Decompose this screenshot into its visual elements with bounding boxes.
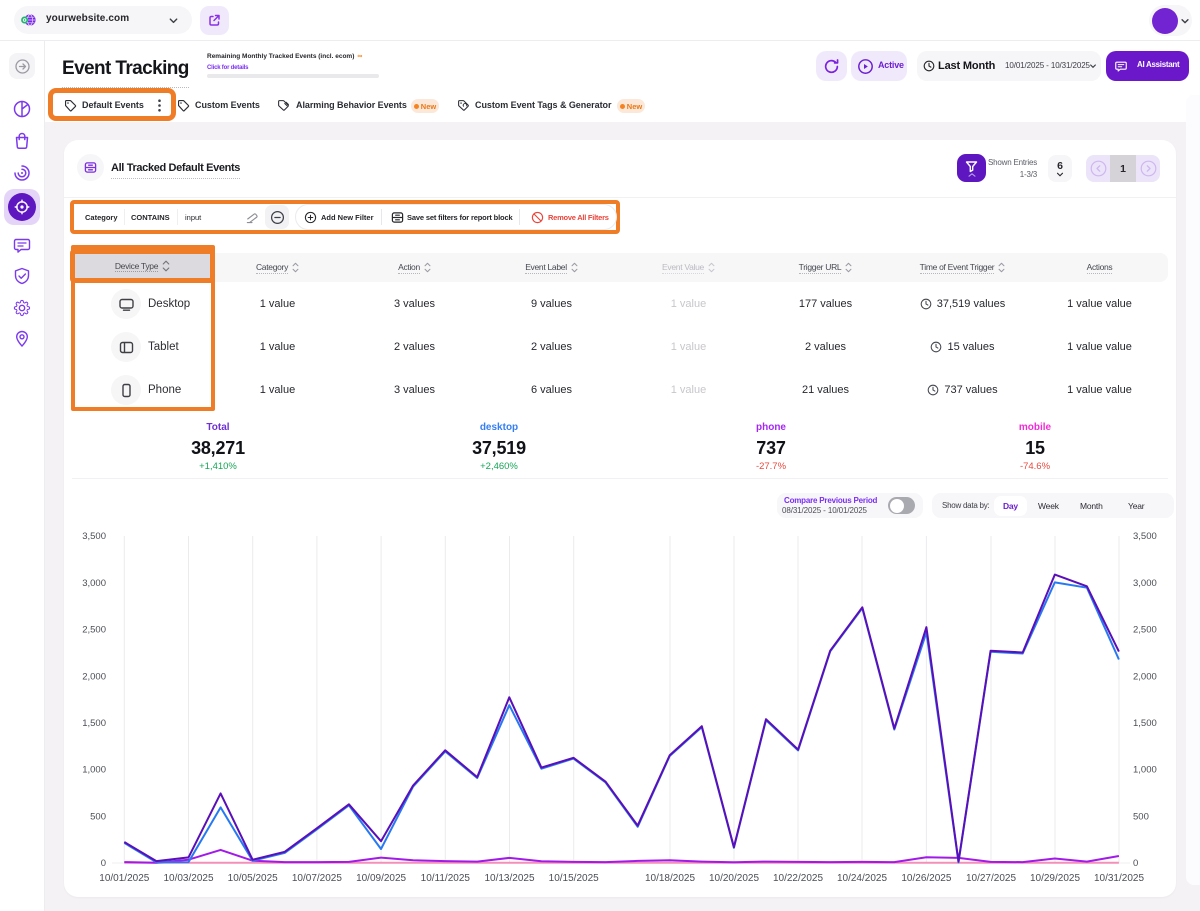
svg-text:2,500: 2,500: [82, 625, 106, 636]
svg-text:0: 0: [101, 858, 106, 869]
svg-text:500: 500: [90, 811, 106, 822]
svg-text:2,000: 2,000: [82, 671, 106, 682]
svg-text:10/20/2025: 10/20/2025: [709, 873, 759, 884]
svg-text:10/03/2025: 10/03/2025: [163, 873, 213, 884]
svg-text:10/13/2025: 10/13/2025: [484, 873, 534, 884]
svg-text:10/11/2025: 10/11/2025: [421, 873, 471, 884]
svg-text:1,500: 1,500: [82, 718, 106, 729]
svg-text:10/31/2025: 10/31/2025: [1094, 873, 1144, 884]
svg-text:10/29/2025: 10/29/2025: [1030, 873, 1080, 884]
svg-text:10/26/2025: 10/26/2025: [901, 873, 951, 884]
svg-text:10/27/2025: 10/27/2025: [966, 873, 1016, 884]
svg-text:10/01/2025: 10/01/2025: [99, 873, 149, 884]
svg-text:10/09/2025: 10/09/2025: [356, 873, 406, 884]
svg-text:500: 500: [1133, 811, 1149, 822]
svg-text:3,500: 3,500: [1133, 531, 1157, 542]
svg-text:2,500: 2,500: [1133, 625, 1157, 636]
svg-text:10/07/2025: 10/07/2025: [292, 873, 342, 884]
svg-text:0: 0: [1133, 858, 1138, 869]
svg-text:1,500: 1,500: [1133, 718, 1157, 729]
svg-text:10/15/2025: 10/15/2025: [549, 873, 599, 884]
svg-text:1,000: 1,000: [1133, 765, 1157, 776]
svg-text:2,000: 2,000: [1133, 671, 1157, 682]
svg-text:3,500: 3,500: [82, 531, 106, 542]
svg-text:1,000: 1,000: [82, 765, 106, 776]
svg-text:10/18/2025: 10/18/2025: [645, 873, 695, 884]
svg-text:10/24/2025: 10/24/2025: [837, 873, 887, 884]
svg-text:10/05/2025: 10/05/2025: [228, 873, 278, 884]
svg-text:3,000: 3,000: [1133, 578, 1157, 589]
svg-text:10/22/2025: 10/22/2025: [773, 873, 823, 884]
svg-text:3,000: 3,000: [82, 578, 106, 589]
